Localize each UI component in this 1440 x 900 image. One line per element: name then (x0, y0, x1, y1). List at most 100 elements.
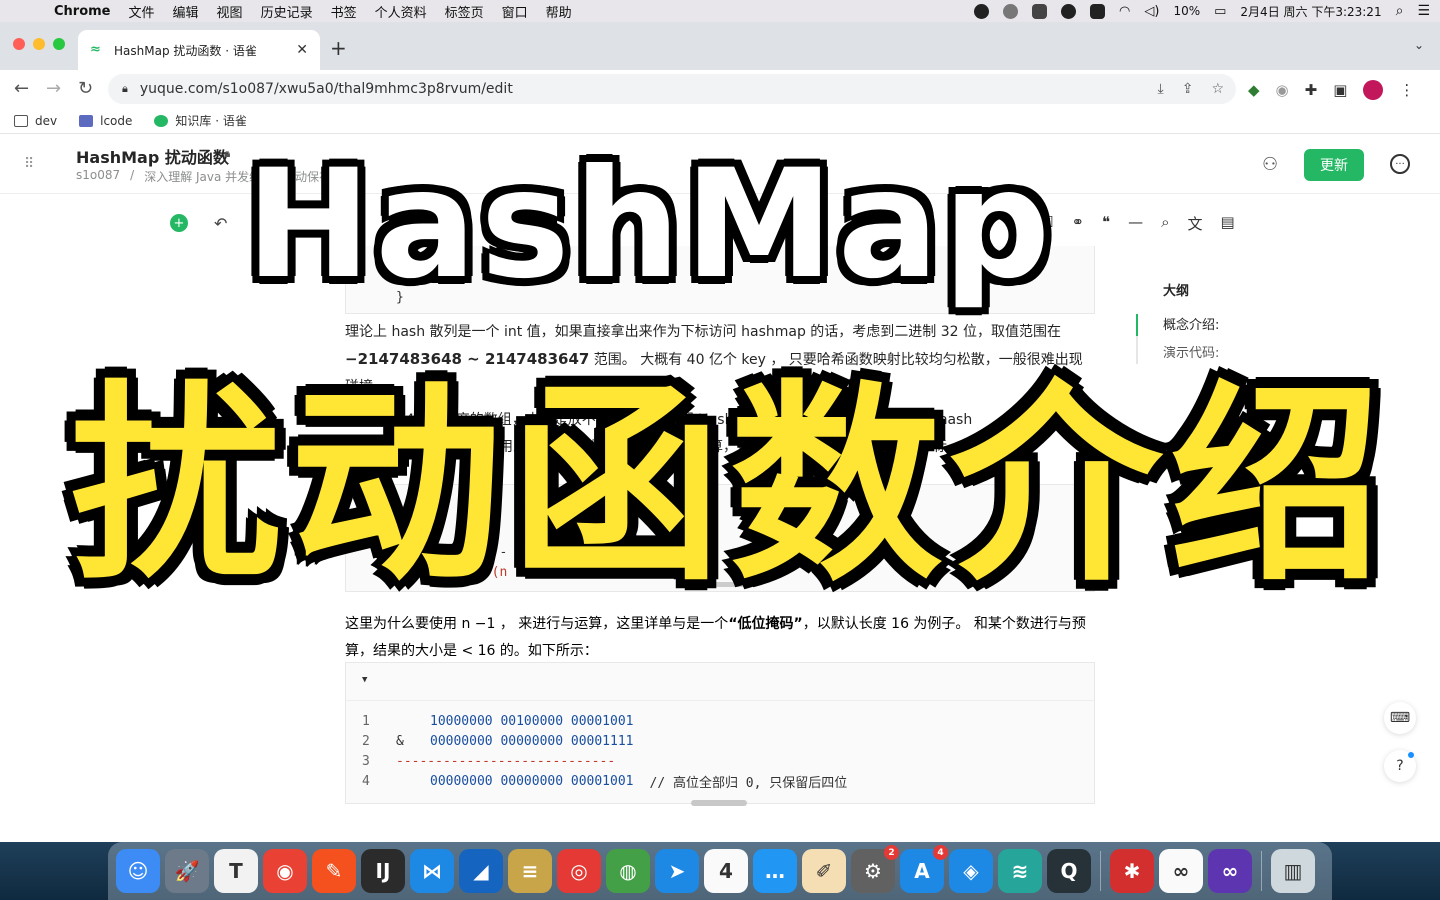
dock-finder-icon[interactable]: ☺ (116, 849, 160, 893)
dock-sequel-icon[interactable]: ≡ (508, 849, 552, 893)
menu-file[interactable]: 文件 (129, 2, 155, 21)
search-doc-icon[interactable]: ⌕ (1161, 213, 1169, 234)
dock-typora-icon[interactable]: T (214, 849, 258, 893)
tab-close-icon[interactable]: ✕ (296, 42, 308, 58)
help-icon[interactable]: ? (1384, 750, 1416, 782)
dock-draw-icon[interactable]: ✎ (312, 849, 356, 893)
insert-plus-icon[interactable]: + (170, 214, 188, 232)
control-center-icon[interactable]: ☰ (1417, 3, 1430, 19)
notification-badge: 4 (933, 845, 948, 860)
dock-app-store-icon[interactable]: A4 (900, 845, 948, 893)
wifi-icon[interactable]: ◠ (1119, 4, 1130, 19)
dock-launchpad-icon[interactable]: 🚀 (165, 849, 209, 893)
update-button[interactable]: 更新 (1304, 149, 1364, 181)
spotlight-icon[interactable]: ⌕ (1396, 3, 1404, 19)
tab-active[interactable]: ≈ HashMap 扰动函数 · 语雀 ✕ (78, 30, 320, 70)
chrome-menu-icon[interactable]: ⋮ (1399, 81, 1414, 99)
more-icon[interactable]: ··· (1390, 154, 1410, 174)
app-menu-chrome[interactable]: Chrome (54, 4, 111, 19)
omnibox[interactable]: 🔒︎ yuque.com/s1o087/xwu5a0/thal9mhmc3p8r… (108, 74, 1236, 104)
format-icon[interactable]: ▤ (1221, 213, 1235, 234)
doc-title[interactable]: HashMap 扰动函数 (76, 144, 229, 168)
undo-icon[interactable]: ↶ (214, 214, 227, 233)
battery-icon[interactable]: ▭ (1214, 4, 1226, 19)
outline-item-concept[interactable]: 概念介绍: (1163, 314, 1219, 333)
share-page-icon[interactable]: ⇪ (1182, 81, 1194, 97)
collapse-caret-icon[interactable]: ▼ (362, 675, 367, 685)
dock-chrome-icon[interactable]: ◉ (263, 849, 307, 893)
paragraph-low-mask[interactable]: 这里为什么要使用 n −1 ， 来进行与运算，这里详单与是一个“低位掩码”，以默… (345, 611, 1095, 665)
dock-netease-music-icon[interactable]: ◎ (557, 849, 601, 893)
menu-bookmarks[interactable]: 书签 (331, 2, 357, 21)
clock[interactable]: 2月4日 周六 下午3:23:21 (1240, 3, 1381, 20)
url-text[interactable]: yuque.com/s1o087/xwu5a0/thal9mhmc3p8rvum… (140, 81, 513, 97)
bookmark-star-icon[interactable]: ☆ (1211, 81, 1224, 97)
yuque-favicon-icon: ≈ (90, 42, 101, 57)
breadcrumb-user[interactable]: s1o087 (76, 168, 120, 185)
profile-avatar[interactable] (1363, 80, 1384, 100)
code-block-bitmask[interactable]: ▼ 1 10000000 00100000 00001001 2 & 00000… (345, 662, 1095, 806)
reload-icon[interactable]: ↻ (78, 78, 93, 99)
extensions-puzzle-icon[interactable]: ✚ (1305, 81, 1318, 99)
zoom-window-icon[interactable] (53, 38, 65, 50)
dock-blue-app-icon[interactable]: ◢ (459, 849, 503, 893)
outline-item-demo[interactable]: 演示代码: (1163, 342, 1219, 361)
folder-icon (14, 114, 28, 127)
bookmark-yuque[interactable]: 知识库 · 语雀 (154, 112, 247, 129)
dock-messages-icon[interactable]: … (753, 849, 797, 893)
code-line: 1 10000000 00100000 00001001 (346, 711, 1086, 731)
dock-network-app-icon[interactable]: ✱ (1110, 849, 1154, 893)
keyboard-shortcut-icon[interactable]: ⌨ (1384, 702, 1416, 734)
code-line: 3 ---------------------------- (346, 751, 1086, 771)
menu-window[interactable]: 窗口 (502, 2, 528, 21)
side-panel-icon[interactable]: ▣ (1333, 81, 1347, 99)
bookmark-lcode[interactable]: lcode (79, 114, 132, 128)
dock-wechat-icon[interactable]: ◍ (606, 849, 650, 893)
dock-intellij-icon[interactable]: IJ (361, 849, 405, 893)
back-icon[interactable]: ← (14, 78, 29, 99)
dock-quicktime-icon[interactable]: Q (1047, 849, 1091, 893)
extension-green-icon[interactable]: ◆ (1248, 81, 1260, 99)
dock-feishu-icon[interactable]: ➤ (655, 849, 699, 893)
record-icon[interactable] (974, 3, 990, 19)
dock-safari-icon[interactable]: ◈ (949, 849, 993, 893)
menu-view[interactable]: 视图 (217, 2, 243, 21)
dock-system-preferences-icon[interactable]: ⚙ 2 (851, 845, 899, 893)
dock-calendar-icon[interactable]: 4 (704, 849, 748, 893)
menu-help[interactable]: 帮助 (546, 2, 572, 21)
tab-search-chevron-icon[interactable]: ⌄ (1414, 38, 1424, 52)
paragraph-text: 这里为什么要使用 n −1 ， 来进行与运算，这里详单与是一个 (345, 616, 729, 632)
new-tab-icon[interactable]: + (330, 36, 347, 60)
dock-notes-icon[interactable]: ✐ (802, 849, 846, 893)
dock-link-app-icon[interactable]: ∞ (1208, 849, 1252, 893)
dock-trash-icon[interactable]: ▥ (1271, 849, 1315, 893)
bookmark-dev[interactable]: dev (14, 114, 57, 128)
dock-baidu-netdisk-icon[interactable]: ∞ (1159, 849, 1203, 893)
link-icon[interactable]: ⚭ (1071, 213, 1084, 234)
lock-icon[interactable]: 🔒︎ (122, 82, 128, 96)
volume-icon[interactable]: ◁) (1144, 4, 1159, 19)
menu-history[interactable]: 历史记录 (261, 2, 313, 21)
collaborator-icon[interactable]: ⚇ (1262, 154, 1278, 175)
menu-tabs[interactable]: 标签页 (445, 2, 484, 21)
divider-icon[interactable]: — (1128, 213, 1143, 234)
macos-dock: ☺ 🚀 T ◉ ✎ IJ ⋈ ◢ ≡ ◎ ◍ ➤ 4… ✐ ⚙ 2 A 4 ◈ ≋ Q ✱ ∞ ∞ ▥ (108, 842, 1332, 900)
menu-edit[interactable]: 编辑 (173, 2, 199, 21)
cloud-icon[interactable] (1003, 3, 1019, 19)
app-grid-icon[interactable]: ⠿ (24, 156, 34, 172)
code-binary: 00000000 00000000 00001111 (430, 733, 634, 749)
dock-vscode-icon[interactable]: ⋈ (410, 849, 454, 893)
forward-icon[interactable]: → (46, 78, 61, 99)
horizontal-scrollbar[interactable] (691, 800, 747, 806)
screen-mirror-icon[interactable] (1032, 3, 1048, 19)
menu-profiles[interactable]: 个人资料 (375, 2, 427, 21)
minimize-window-icon[interactable] (33, 38, 45, 50)
quote-icon[interactable]: ❝ (1102, 213, 1110, 234)
vpn-icon[interactable] (1061, 3, 1077, 19)
dock-xmind-icon[interactable]: ≋ (998, 849, 1042, 893)
input-method-icon[interactable] (1090, 3, 1106, 19)
install-icon[interactable]: ⤓ (1158, 81, 1164, 97)
extension-gray-icon[interactable]: ◉ (1276, 81, 1289, 99)
translate-icon[interactable]: 文 (1188, 213, 1203, 234)
close-window-icon[interactable] (13, 38, 25, 50)
